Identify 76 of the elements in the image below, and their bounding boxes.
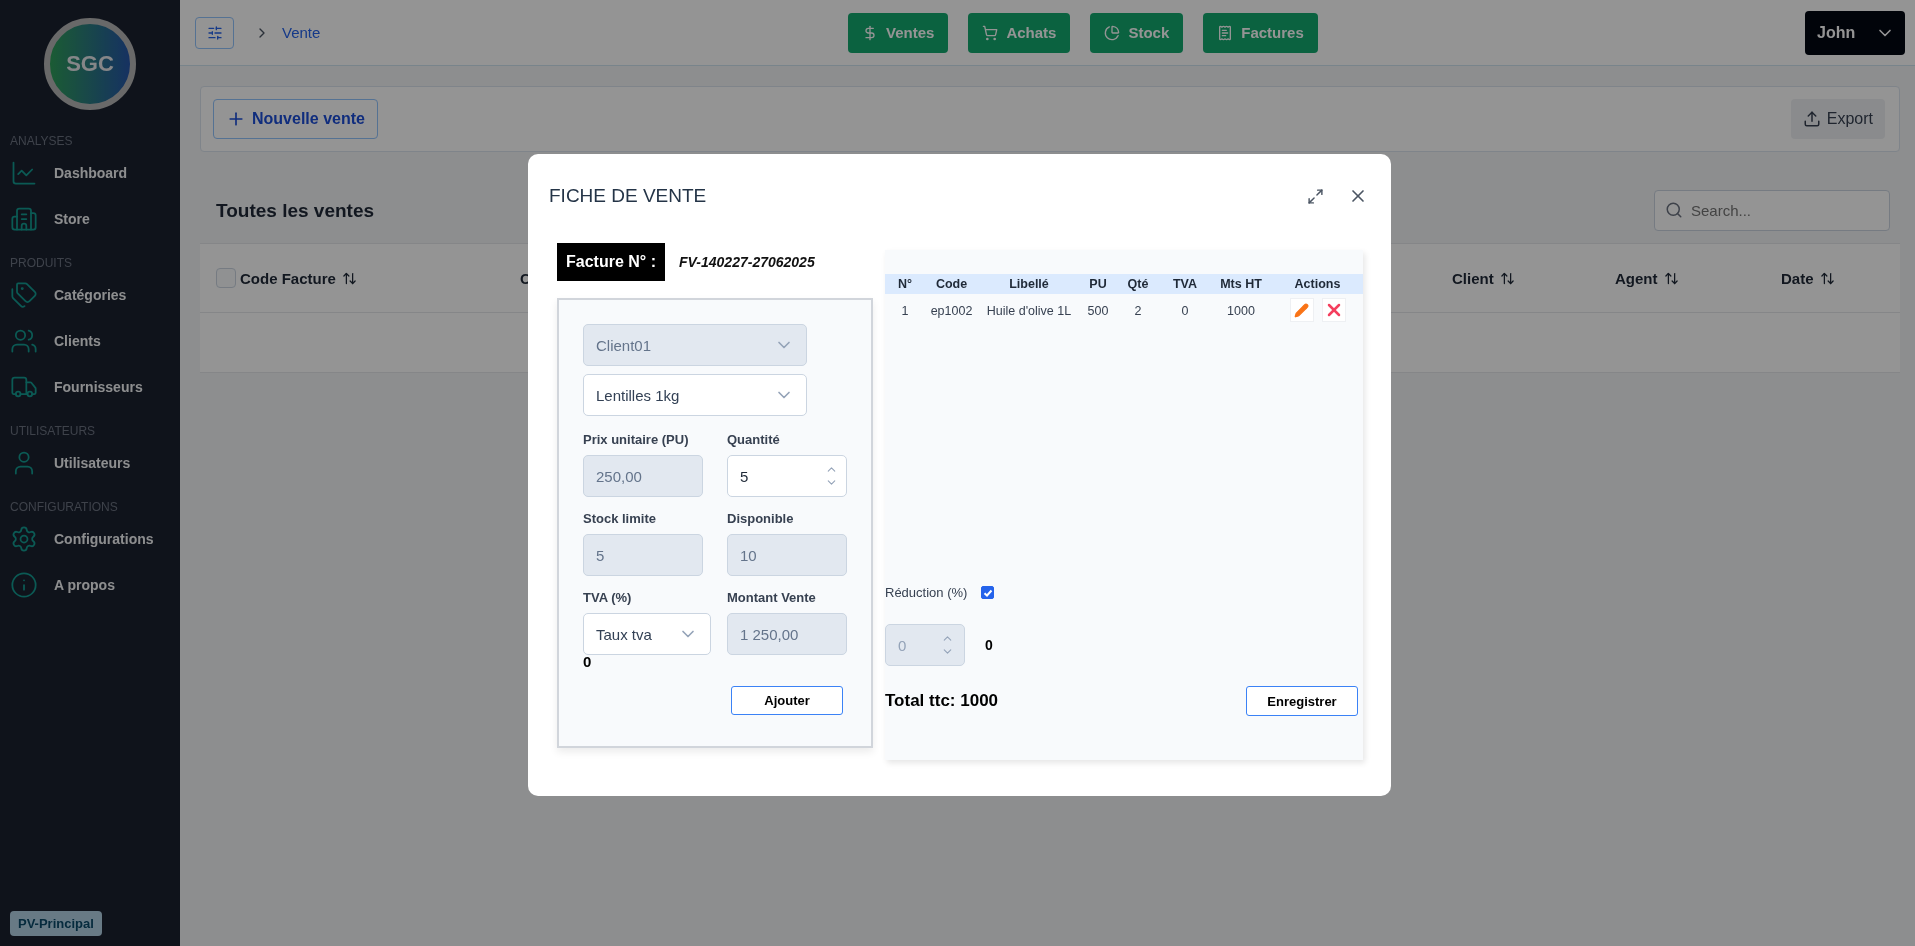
dialog-title: FICHE DE VENTE: [549, 185, 707, 207]
sliders-icon: [206, 24, 223, 41]
sidebar-item[interactable]: Fournisseurs: [0, 364, 180, 410]
sort-icon[interactable]: [1499, 271, 1515, 286]
table-header: N°: [885, 274, 925, 294]
sidebar-item[interactable]: Configurations: [0, 516, 180, 562]
table-header: Qté: [1116, 274, 1160, 294]
edit-button[interactable]: [1289, 298, 1314, 322]
table-cell-text: 0: [1180, 303, 1190, 318]
nav-button-icon: [982, 24, 999, 41]
store-badge: PV-Principal: [10, 911, 102, 936]
invoice-label: Facture N° :: [557, 243, 665, 281]
logo: SGC: [44, 18, 136, 110]
column-header[interactable]: Date: [1781, 270, 1814, 287]
sort-icon[interactable]: [1819, 271, 1835, 286]
field-label: Quantité: [727, 432, 781, 447]
sidebar-item[interactable]: Clients: [0, 318, 180, 364]
sidebar-item[interactable]: Store: [0, 196, 180, 242]
reduction-label: Réduction (%): [885, 585, 968, 600]
table-cell-text: 1000: [1226, 303, 1256, 318]
nav-button-icon: [1104, 24, 1121, 41]
table-cell-text: ep1002: [929, 303, 974, 318]
nav-icon: [10, 327, 38, 355]
table-header: Actions: [1272, 274, 1363, 294]
nav-icon: [10, 159, 38, 187]
sidebar-item[interactable]: A propos: [0, 562, 180, 608]
export-button[interactable]: Export: [1790, 99, 1885, 139]
table-header: Libellé: [978, 274, 1080, 294]
sort-icon[interactable]: [1663, 271, 1679, 286]
nav-button-icon: [862, 24, 878, 41]
field-label: TVA (%): [583, 590, 633, 605]
table-cell-text: Huile d'olive 1L: [985, 303, 1073, 318]
list-title: Toutes les ventes: [216, 199, 375, 222]
table-header: Mts HT: [1210, 274, 1272, 294]
nav-button-icon: [1217, 24, 1234, 41]
reduction-amount: 0: [985, 637, 993, 653]
sort-icon[interactable]: [341, 271, 357, 286]
field-label: Stock limite: [583, 511, 657, 526]
nav-icon: [10, 571, 38, 599]
filter-button[interactable]: [195, 16, 234, 49]
select-all-checkbox[interactable]: [216, 268, 236, 288]
new-sale-button[interactable]: Nouvelle vente: [213, 99, 378, 139]
breadcrumb-link[interactable]: Vente: [282, 24, 321, 41]
select-field[interactable]: Lentilles 1kg: [583, 374, 807, 416]
sidebar-item[interactable]: Catégories: [0, 272, 180, 318]
field-label: Prix unitaire (PU): [583, 432, 690, 447]
total-text: Total ttc: 1000: [885, 691, 999, 711]
column-header[interactable]: Agent: [1615, 270, 1658, 287]
table-cell-text: 1: [900, 303, 910, 318]
nav-icon: [10, 525, 38, 553]
table-header: PU: [1080, 274, 1116, 294]
delete-button[interactable]: [1321, 298, 1346, 322]
field-label: Montant Vente: [727, 590, 817, 605]
select-field[interactable]: Taux tva: [583, 613, 711, 655]
table-cell-text: 2: [1133, 303, 1143, 318]
table-header: TVA: [1160, 274, 1210, 294]
user-menu[interactable]: John: [1805, 10, 1905, 55]
expand-icon: [1307, 187, 1324, 205]
column-header[interactable]: Code Facture: [240, 270, 336, 287]
table-header: Code: [925, 274, 978, 294]
tva-total: 0: [583, 653, 593, 670]
invoice-number: FV-140227-27062025: [678, 254, 815, 270]
sidebar-item[interactable]: Dashboard: [0, 150, 180, 196]
upload-icon: [1802, 110, 1821, 128]
field-label: Disponible: [727, 511, 795, 526]
input-field[interactable]: 5: [727, 455, 847, 497]
nav-icon: [10, 205, 38, 233]
pencil-icon: [1294, 302, 1309, 318]
save-button[interactable]: Enregistrer: [1246, 686, 1358, 716]
search-icon: [1665, 201, 1683, 219]
sidebar-item[interactable]: Utilisateurs: [0, 440, 180, 486]
nav-icon: [10, 281, 38, 309]
search-field[interactable]: Search...: [1654, 190, 1890, 231]
column-header[interactable]: Client: [1452, 270, 1494, 287]
add-button[interactable]: Ajouter: [731, 686, 843, 715]
table-cell-text: 500: [1086, 303, 1110, 318]
